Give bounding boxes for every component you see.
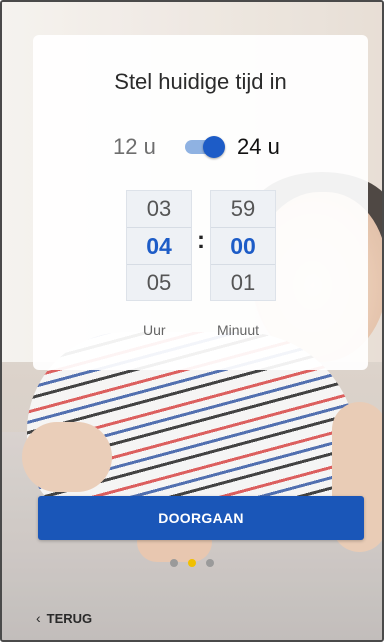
minute-label: Minuut	[217, 322, 260, 338]
hour-label: Uur	[143, 322, 166, 338]
minute-prev[interactable]: 59	[211, 191, 275, 227]
page-dot	[206, 559, 214, 567]
time-setup-screen: Stel huidige tijd in 12 u 24 u 03 04 05 …	[0, 0, 384, 642]
time-format-toggle[interactable]	[183, 136, 225, 158]
page-dot-active	[188, 559, 196, 567]
minute-picker[interactable]: 59 00 01	[210, 190, 276, 301]
time-format-row: 12 u 24 u	[33, 131, 368, 163]
page-dot	[170, 559, 178, 567]
page-title: Stel huidige tijd in	[114, 69, 287, 94]
back-label: TERUG	[46, 610, 93, 626]
chevron-left-icon: ‹	[36, 610, 41, 626]
minute-next[interactable]: 01	[211, 265, 275, 301]
hour-picker[interactable]: 03 04 05	[126, 190, 192, 301]
format-24h-label[interactable]: 24 u	[237, 134, 280, 160]
hour-prev[interactable]: 03	[127, 191, 191, 227]
format-12h-label[interactable]: 12 u	[113, 134, 156, 160]
time-setup-card: Stel huidige tijd in 12 u 24 u 03 04 05 …	[33, 35, 368, 370]
hour-selected[interactable]: 04	[127, 228, 191, 264]
toggle-thumb	[203, 136, 225, 158]
page-indicator	[2, 559, 382, 567]
hour-next[interactable]: 05	[127, 265, 191, 301]
minute-selected[interactable]: 00	[211, 228, 275, 264]
continue-button[interactable]: DOORGAAN	[38, 496, 364, 540]
back-button[interactable]: ‹ TERUG	[36, 610, 92, 626]
time-separator: :	[197, 227, 205, 254]
